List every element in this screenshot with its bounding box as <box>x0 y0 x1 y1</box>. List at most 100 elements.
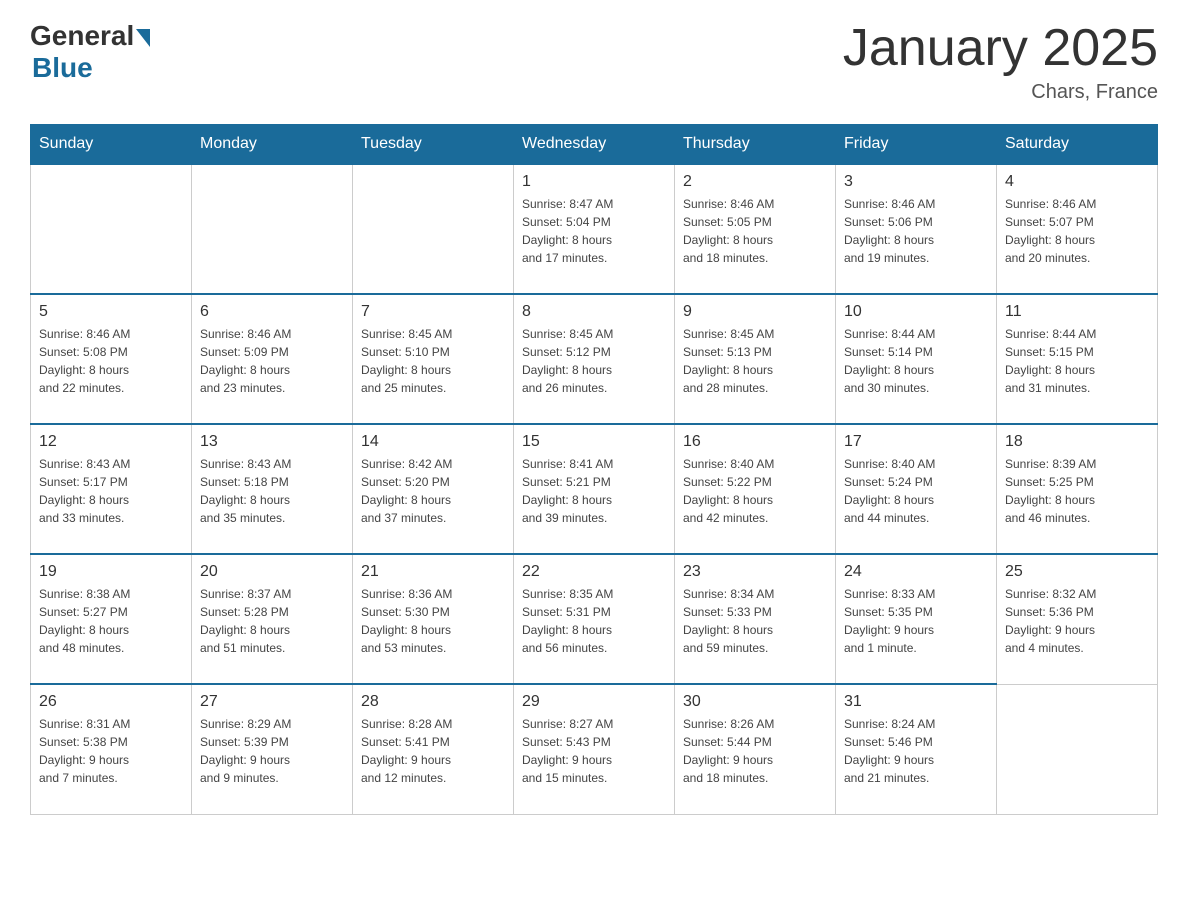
calendar-cell: 8Sunrise: 8:45 AMSunset: 5:12 PMDaylight… <box>514 294 675 424</box>
day-number: 14 <box>361 433 505 451</box>
calendar-cell: 24Sunrise: 8:33 AMSunset: 5:35 PMDayligh… <box>836 554 997 684</box>
week-row-3: 12 Sunrise: 8:43 AMSunset: 5:17 PMDayligh… <box>31 424 1158 554</box>
day-number: 21 <box>361 563 505 581</box>
day-number: 31 <box>844 693 988 711</box>
day-info: Sunrise: 8:45 AMSunset: 5:10 PMDaylight:… <box>361 325 505 397</box>
calendar-cell: 14 Sunrise: 8:42 AMSunset: 5:20 PMDayligh… <box>353 424 514 554</box>
day-info: Sunrise: 8:47 AMSunset: 5:04 PMDaylight:… <box>522 195 666 267</box>
calendar-cell: 12 Sunrise: 8:43 AMSunset: 5:17 PMDayligh… <box>31 424 192 554</box>
calendar-cell: 25 Sunrise: 8:32 AMSunset: 5:36 PMDayligh… <box>997 554 1158 684</box>
day-info: Sunrise: 8:31 AMSunset: 5:38 PMDaylight:… <box>39 715 183 787</box>
calendar-cell: 30Sunrise: 8:26 AMSunset: 5:44 PMDayligh… <box>675 684 836 814</box>
calendar-cell: 6 Sunrise: 8:46 AMSunset: 5:09 PMDaylight… <box>192 294 353 424</box>
day-info: Sunrise: 8:42 AMSunset: 5:20 PMDaylight:… <box>361 455 505 527</box>
calendar-cell: 28Sunrise: 8:28 AMSunset: 5:41 PMDayligh… <box>353 684 514 814</box>
calendar-cell: 9 Sunrise: 8:45 AMSunset: 5:13 PMDaylight… <box>675 294 836 424</box>
logo-general-text: General <box>30 20 134 52</box>
weekday-header-sunday: Sunday <box>31 125 192 165</box>
calendar-cell: 27 Sunrise: 8:29 AMSunset: 5:39 PMDayligh… <box>192 684 353 814</box>
week-row-4: 19 Sunrise: 8:38 AMSunset: 5:27 PMDayligh… <box>31 554 1158 684</box>
calendar-cell: 18Sunrise: 8:39 AMSunset: 5:25 PMDayligh… <box>997 424 1158 554</box>
calendar-cell: 22Sunrise: 8:35 AMSunset: 5:31 PMDayligh… <box>514 554 675 684</box>
day-info: Sunrise: 8:24 AMSunset: 5:46 PMDaylight:… <box>844 715 988 787</box>
day-number: 6 <box>200 303 344 321</box>
calendar-cell: 1 Sunrise: 8:47 AMSunset: 5:04 PMDaylight… <box>514 164 675 294</box>
calendar-cell: 20 Sunrise: 8:37 AMSunset: 5:28 PMDayligh… <box>192 554 353 684</box>
day-number: 25 <box>1005 563 1149 581</box>
calendar-cell <box>997 684 1158 814</box>
day-info: Sunrise: 8:34 AMSunset: 5:33 PMDaylight:… <box>683 585 827 657</box>
calendar-cell: 16 Sunrise: 8:40 AMSunset: 5:22 PMDayligh… <box>675 424 836 554</box>
day-info: Sunrise: 8:46 AMSunset: 5:09 PMDaylight:… <box>200 325 344 397</box>
day-number: 4 <box>1005 173 1149 191</box>
day-info: Sunrise: 8:41 AMSunset: 5:21 PMDaylight:… <box>522 455 666 527</box>
day-number: 5 <box>39 303 183 321</box>
weekday-header-thursday: Thursday <box>675 125 836 165</box>
weekday-header-tuesday: Tuesday <box>353 125 514 165</box>
week-row-5: 26 Sunrise: 8:31 AMSunset: 5:38 PMDayligh… <box>31 684 1158 814</box>
day-info: Sunrise: 8:36 AMSunset: 5:30 PMDaylight:… <box>361 585 505 657</box>
day-info: Sunrise: 8:26 AMSunset: 5:44 PMDaylight:… <box>683 715 827 787</box>
day-number: 11 <box>1005 303 1149 321</box>
logo-arrow-icon <box>136 29 150 47</box>
day-info: Sunrise: 8:45 AMSunset: 5:13 PMDaylight:… <box>683 325 827 397</box>
calendar-cell: 26 Sunrise: 8:31 AMSunset: 5:38 PMDayligh… <box>31 684 192 814</box>
day-number: 8 <box>522 303 666 321</box>
week-row-1: 1 Sunrise: 8:47 AMSunset: 5:04 PMDaylight… <box>31 164 1158 294</box>
day-info: Sunrise: 8:40 AMSunset: 5:24 PMDaylight:… <box>844 455 988 527</box>
day-number: 3 <box>844 173 988 191</box>
day-number: 16 <box>683 433 827 451</box>
calendar-cell: 4 Sunrise: 8:46 AMSunset: 5:07 PMDaylight… <box>997 164 1158 294</box>
day-number: 12 <box>39 433 183 451</box>
day-info: Sunrise: 8:29 AMSunset: 5:39 PMDaylight:… <box>200 715 344 787</box>
calendar-cell: 13 Sunrise: 8:43 AMSunset: 5:18 PMDayligh… <box>192 424 353 554</box>
day-info: Sunrise: 8:43 AMSunset: 5:18 PMDaylight:… <box>200 455 344 527</box>
day-info: Sunrise: 8:46 AMSunset: 5:05 PMDaylight:… <box>683 195 827 267</box>
weekday-header-friday: Friday <box>836 125 997 165</box>
day-number: 7 <box>361 303 505 321</box>
location-label: Chars, France <box>843 81 1158 104</box>
calendar-cell: 21 Sunrise: 8:36 AMSunset: 5:30 PMDayligh… <box>353 554 514 684</box>
day-number: 13 <box>200 433 344 451</box>
calendar-cell: 23Sunrise: 8:34 AMSunset: 5:33 PMDayligh… <box>675 554 836 684</box>
day-info: Sunrise: 8:43 AMSunset: 5:17 PMDaylight:… <box>39 455 183 527</box>
logo: General Blue <box>30 20 150 84</box>
day-number: 20 <box>200 563 344 581</box>
calendar-cell: 7 Sunrise: 8:45 AMSunset: 5:10 PMDaylight… <box>353 294 514 424</box>
logo-blue-text: Blue <box>32 52 93 84</box>
page-header: General Blue January 2025 Chars, France <box>30 20 1158 104</box>
day-number: 17 <box>844 433 988 451</box>
day-number: 9 <box>683 303 827 321</box>
calendar-cell: 11 Sunrise: 8:44 AMSunset: 5:15 PMDayligh… <box>997 294 1158 424</box>
calendar-cell: 19 Sunrise: 8:38 AMSunset: 5:27 PMDayligh… <box>31 554 192 684</box>
day-number: 24 <box>844 563 988 581</box>
calendar-cell <box>353 164 514 294</box>
day-info: Sunrise: 8:28 AMSunset: 5:41 PMDaylight:… <box>361 715 505 787</box>
day-info: Sunrise: 8:46 AMSunset: 5:06 PMDaylight:… <box>844 195 988 267</box>
day-number: 26 <box>39 693 183 711</box>
day-info: Sunrise: 8:27 AMSunset: 5:43 PMDaylight:… <box>522 715 666 787</box>
day-info: Sunrise: 8:38 AMSunset: 5:27 PMDaylight:… <box>39 585 183 657</box>
day-number: 27 <box>200 693 344 711</box>
calendar-cell <box>31 164 192 294</box>
calendar-cell: 10Sunrise: 8:44 AMSunset: 5:14 PMDayligh… <box>836 294 997 424</box>
day-number: 1 <box>522 173 666 191</box>
weekday-header-monday: Monday <box>192 125 353 165</box>
calendar-cell: 31 Sunrise: 8:24 AMSunset: 5:46 PMDayligh… <box>836 684 997 814</box>
calendar-table: SundayMondayTuesdayWednesdayThursdayFrid… <box>30 124 1158 815</box>
day-number: 29 <box>522 693 666 711</box>
day-info: Sunrise: 8:44 AMSunset: 5:14 PMDaylight:… <box>844 325 988 397</box>
week-row-2: 5Sunrise: 8:46 AMSunset: 5:08 PMDaylight… <box>31 294 1158 424</box>
day-info: Sunrise: 8:32 AMSunset: 5:36 PMDaylight:… <box>1005 585 1149 657</box>
day-info: Sunrise: 8:40 AMSunset: 5:22 PMDaylight:… <box>683 455 827 527</box>
day-info: Sunrise: 8:46 AMSunset: 5:07 PMDaylight:… <box>1005 195 1149 267</box>
day-info: Sunrise: 8:35 AMSunset: 5:31 PMDaylight:… <box>522 585 666 657</box>
day-info: Sunrise: 8:44 AMSunset: 5:15 PMDaylight:… <box>1005 325 1149 397</box>
day-info: Sunrise: 8:39 AMSunset: 5:25 PMDaylight:… <box>1005 455 1149 527</box>
title-section: January 2025 Chars, France <box>843 20 1158 104</box>
day-number: 19 <box>39 563 183 581</box>
day-info: Sunrise: 8:37 AMSunset: 5:28 PMDaylight:… <box>200 585 344 657</box>
day-number: 15 <box>522 433 666 451</box>
weekday-header-wednesday: Wednesday <box>514 125 675 165</box>
calendar-cell: 15 Sunrise: 8:41 AMSunset: 5:21 PMDayligh… <box>514 424 675 554</box>
